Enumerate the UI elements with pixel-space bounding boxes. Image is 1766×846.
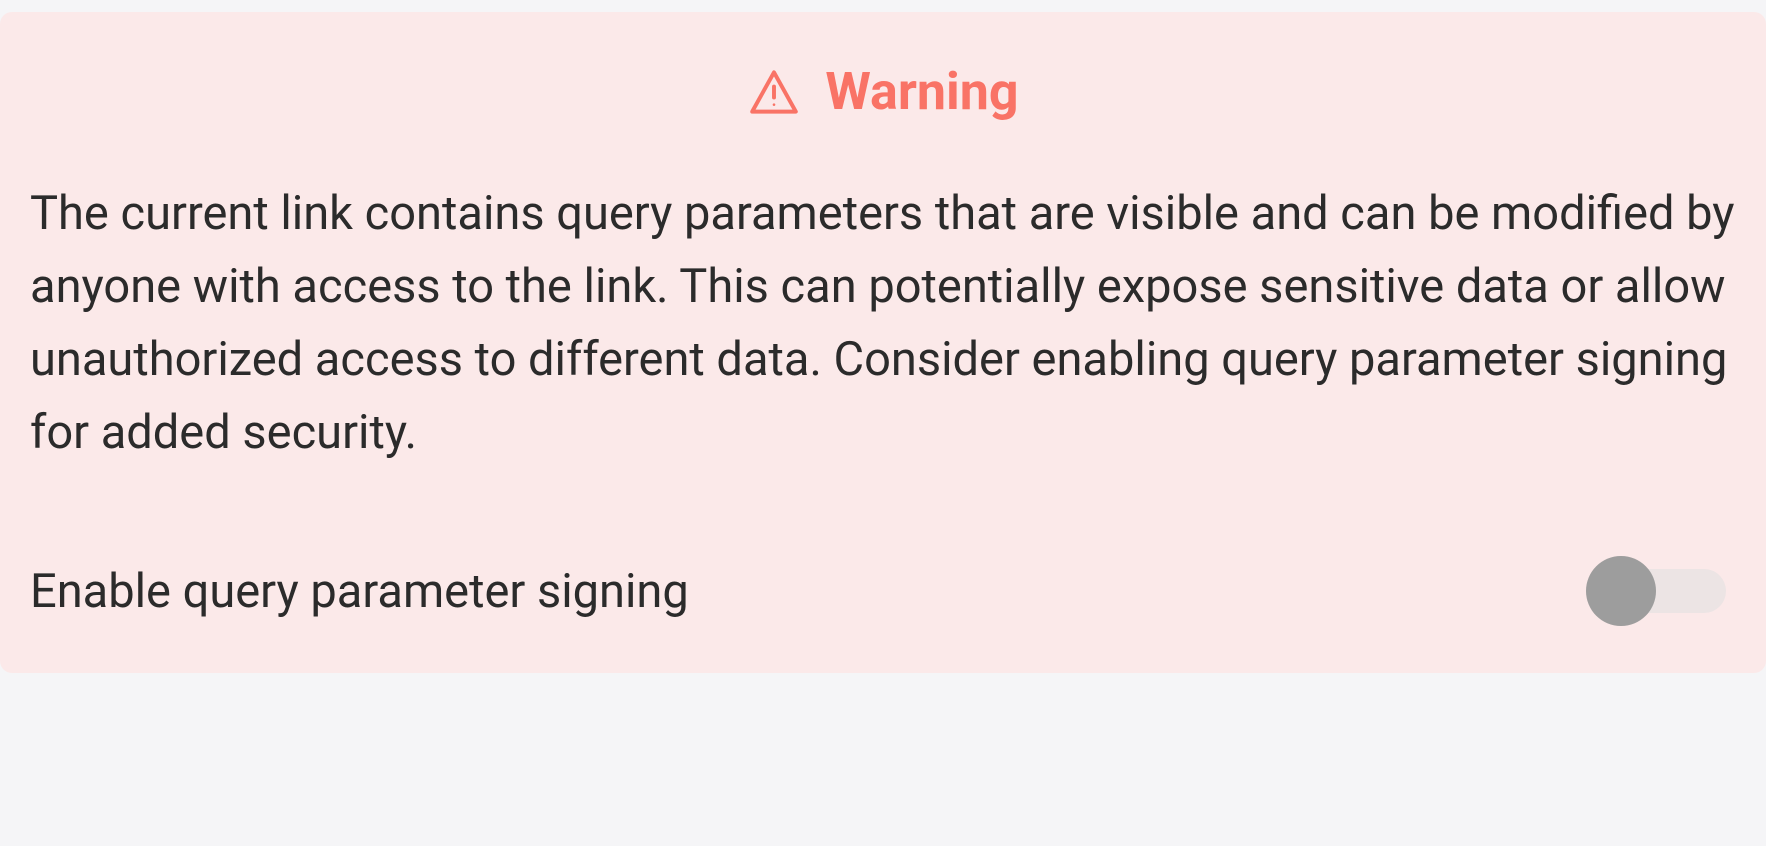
warning-card: Warning The current link contains query …	[0, 12, 1766, 673]
warning-title: Warning	[825, 66, 1018, 118]
warning-header: Warning	[30, 66, 1736, 118]
toggle-thumb	[1586, 556, 1656, 626]
warning-triangle-icon	[747, 68, 801, 116]
toggle-row: Enable query parameter signing	[30, 559, 1736, 623]
query-signing-toggle[interactable]	[1586, 559, 1726, 623]
toggle-label: Enable query parameter signing	[30, 564, 689, 619]
warning-body-text: The current link contains query paramete…	[30, 178, 1736, 469]
